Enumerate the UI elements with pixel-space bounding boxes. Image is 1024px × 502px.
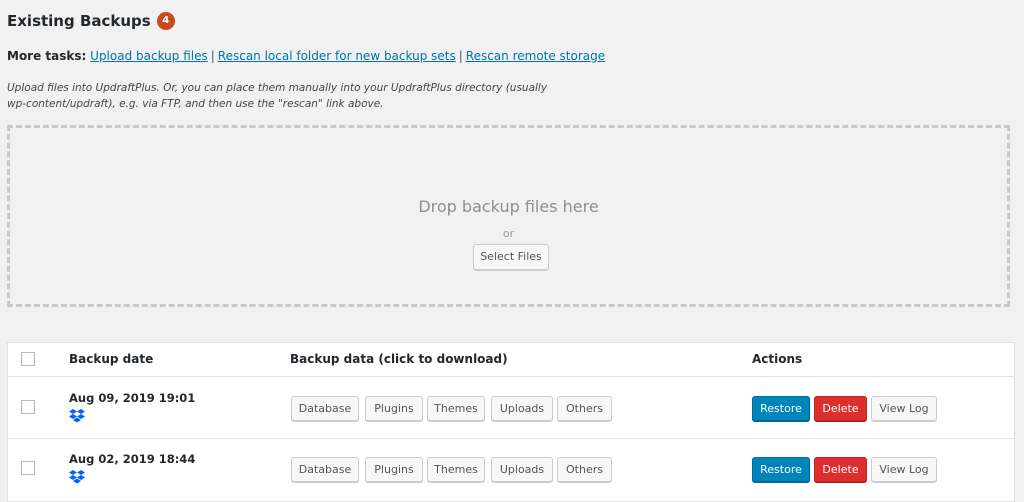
column-header-data: Backup data (click to download) <box>290 352 508 366</box>
dropbox-icon <box>69 470 85 484</box>
more-tasks-label: More tasks: <box>7 49 87 63</box>
download-others-button[interactable]: Others <box>557 396 612 421</box>
row-checkbox[interactable] <box>21 400 35 414</box>
view-log-button[interactable]: View Log <box>871 396 937 421</box>
table-row: Aug 02, 2019 18:44 Database Plugins Them… <box>8 438 1014 499</box>
dropbox-icon <box>69 409 85 423</box>
download-database-button[interactable]: Database <box>291 457 359 482</box>
page-title: Existing Backups <box>7 12 151 30</box>
more-tasks-bar: More tasks: Upload backup files | Rescan l… <box>7 49 605 63</box>
download-others-button[interactable]: Others <box>557 457 612 482</box>
download-plugins-button[interactable]: Plugins <box>365 396 423 421</box>
download-uploads-button[interactable]: Uploads <box>491 457 553 482</box>
restore-button[interactable]: Restore <box>752 457 810 482</box>
download-database-button[interactable]: Database <box>291 396 359 421</box>
download-themes-button[interactable]: Themes <box>427 396 485 421</box>
select-files-button[interactable]: Select Files <box>473 244 549 270</box>
download-plugins-button[interactable]: Plugins <box>365 457 423 482</box>
table-header: Backup date Backup data (click to downlo… <box>8 343 1014 377</box>
restore-button[interactable]: Restore <box>752 396 810 421</box>
backup-date: Aug 09, 2019 19:01 <box>69 391 196 405</box>
backups-table: Backup date Backup data (click to downlo… <box>7 342 1015 502</box>
upload-backup-files-link[interactable]: Upload backup files <box>90 49 208 63</box>
rescan-remote-storage-link[interactable]: Rescan remote storage <box>466 49 605 63</box>
delete-button[interactable]: Delete <box>814 396 867 421</box>
separator: | <box>210 49 215 63</box>
upload-hint-text: Upload files into UpdraftPlus. Or, you c… <box>7 82 548 110</box>
backup-dropzone[interactable]: Drop backup files here or <box>7 125 1010 307</box>
rescan-local-folder-link[interactable]: Rescan local folder for new backup sets <box>218 49 456 63</box>
row-checkbox[interactable] <box>21 461 35 475</box>
backup-date: Aug 02, 2019 18:44 <box>69 452 196 466</box>
dropzone-label: Drop backup files here <box>418 197 599 216</box>
dropzone-or: or <box>502 227 515 240</box>
download-themes-button[interactable]: Themes <box>427 457 485 482</box>
backup-count-badge: 4 <box>156 12 175 30</box>
page-heading: Existing Backups 4 <box>7 12 175 30</box>
column-header-date: Backup date <box>69 352 154 366</box>
download-uploads-button[interactable]: Uploads <box>491 396 553 421</box>
separator: | <box>458 49 463 63</box>
delete-button[interactable]: Delete <box>814 457 867 482</box>
column-header-actions: Actions <box>752 352 803 366</box>
view-log-button[interactable]: View Log <box>871 457 937 482</box>
select-all-checkbox[interactable] <box>21 352 35 366</box>
table-row: Aug 09, 2019 19:01 Database Plugins Them… <box>8 377 1014 439</box>
